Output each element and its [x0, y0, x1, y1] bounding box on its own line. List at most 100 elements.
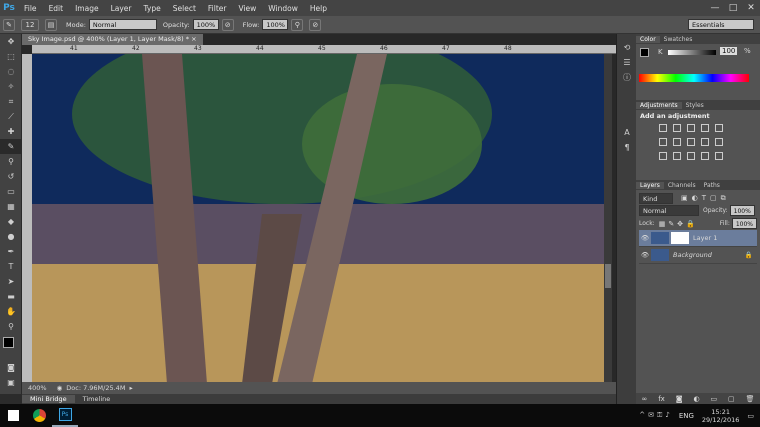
status-info-icon[interactable]: ◉: [57, 384, 63, 392]
tab-swatches[interactable]: Swatches: [660, 36, 697, 43]
threshold-icon[interactable]: [687, 152, 695, 160]
minimize-button[interactable]: —: [706, 0, 724, 16]
delete-layer-icon[interactable]: 🗑: [746, 395, 755, 403]
add-mask-icon[interactable]: ◙: [676, 395, 683, 403]
menu-select[interactable]: Select: [167, 4, 202, 13]
gradient-map-icon[interactable]: [715, 152, 723, 160]
close-button[interactable]: ✕: [742, 0, 760, 16]
clone-stamp-tool-icon[interactable]: ⚲: [0, 154, 22, 169]
menu-filter[interactable]: Filter: [202, 4, 233, 13]
image-canvas[interactable]: [32, 54, 604, 384]
mode-select[interactable]: Normal: [88, 19, 157, 30]
tab-color[interactable]: Color: [636, 35, 660, 43]
photo-filter-icon[interactable]: [701, 138, 709, 146]
menu-type[interactable]: Type: [138, 4, 167, 13]
brush-size-picker[interactable]: 12: [21, 18, 39, 31]
brush-panel-icon[interactable]: ▤: [45, 18, 57, 31]
menu-edit[interactable]: Edit: [43, 4, 70, 13]
properties-panel-icon[interactable]: ☰: [617, 55, 637, 70]
new-group-icon[interactable]: ▭: [711, 395, 718, 403]
quick-select-tool-icon[interactable]: ✧: [0, 79, 22, 94]
new-adjustment-icon[interactable]: ◐: [693, 395, 699, 403]
exposure-icon[interactable]: [701, 124, 709, 132]
tab-mini-bridge[interactable]: Mini Bridge: [22, 395, 75, 403]
healing-tool-icon[interactable]: ✚: [0, 124, 22, 139]
hue-saturation-icon[interactable]: [659, 138, 667, 146]
hand-tool-icon[interactable]: ✋: [0, 304, 22, 319]
brush-tool-icon[interactable]: ✎: [0, 139, 22, 154]
path-select-tool-icon[interactable]: ➤: [0, 274, 22, 289]
layers-opacity-field[interactable]: 100%: [729, 205, 755, 216]
chrome-icon[interactable]: [26, 404, 52, 427]
color-spectrum[interactable]: [639, 74, 749, 82]
brightness-icon[interactable]: [659, 124, 667, 132]
notifications-icon[interactable]: ▭: [747, 412, 754, 420]
fg-color-chip[interactable]: [640, 48, 649, 57]
tab-channels[interactable]: Channels: [664, 182, 700, 189]
flow-field[interactable]: 100%: [262, 19, 289, 30]
layer-row-layer-1[interactable]: 👁 Layer 1: [639, 230, 757, 247]
black-white-icon[interactable]: [687, 138, 695, 146]
zoom-tool-icon[interactable]: ⚲: [0, 319, 22, 334]
windows-start-icon[interactable]: [0, 404, 26, 427]
layer-row-background[interactable]: 👁 Background 🔒: [639, 247, 757, 264]
character-panel-icon[interactable]: A: [617, 125, 637, 140]
layer-mask-thumbnail[interactable]: [671, 232, 689, 244]
foreground-color-swatch[interactable]: [3, 337, 14, 348]
opacity-field[interactable]: 100%: [192, 19, 219, 30]
paragraph-panel-icon[interactable]: ¶: [617, 140, 637, 155]
link-layers-icon[interactable]: ∞: [641, 395, 647, 403]
pen-tool-icon[interactable]: ✒: [0, 244, 22, 259]
tray-icons[interactable]: ^✉⚿♪: [639, 411, 673, 420]
vertical-scroll-thumb[interactable]: [605, 264, 611, 288]
vibrance-icon[interactable]: [715, 124, 723, 132]
maximize-button[interactable]: □: [724, 0, 742, 16]
tab-close-icon[interactable]: ×: [191, 35, 196, 43]
lock-icons[interactable]: ▦✎✥🔒: [659, 220, 698, 228]
blend-mode-select[interactable]: Normal: [639, 205, 699, 216]
status-menu-arrow-icon[interactable]: ▸: [129, 384, 132, 392]
selective-color-icon[interactable]: [701, 152, 709, 160]
photoshop-taskbar-icon[interactable]: Ps: [52, 404, 78, 427]
quick-mask-icon[interactable]: ◙: [0, 360, 22, 375]
visibility-eye-icon[interactable]: 👁: [639, 251, 651, 259]
info-panel-icon[interactable]: ⓘ: [617, 70, 637, 85]
posterize-icon[interactable]: [673, 152, 681, 160]
menu-file[interactable]: File: [18, 4, 43, 13]
clock[interactable]: 15:21 29/12/2016: [702, 408, 739, 424]
tab-layers[interactable]: Layers: [636, 181, 664, 189]
airbrush-icon[interactable]: ⚲: [291, 18, 304, 31]
invert-icon[interactable]: [659, 152, 667, 160]
k-slider[interactable]: [668, 50, 716, 55]
menu-image[interactable]: Image: [69, 4, 105, 13]
history-brush-tool-icon[interactable]: ↺: [0, 169, 22, 184]
eraser-tool-icon[interactable]: ▭: [0, 184, 22, 199]
menu-window[interactable]: Window: [262, 4, 304, 13]
history-panel-icon[interactable]: ⟲: [617, 40, 637, 55]
fx-icon[interactable]: fx: [658, 395, 665, 403]
pressure-size-icon[interactable]: ⊘: [309, 18, 322, 31]
lasso-tool-icon[interactable]: ◌: [0, 64, 22, 79]
brush-preset-icon[interactable]: ✎: [3, 18, 15, 31]
channel-mixer-icon[interactable]: [715, 138, 723, 146]
levels-icon[interactable]: [673, 124, 681, 132]
color-swatches[interactable]: [0, 334, 21, 360]
blur-tool-icon[interactable]: ◆: [0, 214, 22, 229]
type-tool-icon[interactable]: T: [0, 259, 22, 274]
menu-view[interactable]: View: [232, 4, 262, 13]
tab-styles[interactable]: Styles: [682, 102, 708, 109]
layer-filter-select[interactable]: Kind: [639, 192, 673, 204]
shape-tool-icon[interactable]: ▬: [0, 289, 22, 304]
pressure-opacity-icon[interactable]: ⊘: [221, 18, 234, 31]
marquee-tool-icon[interactable]: ⬚: [0, 49, 22, 64]
crop-tool-icon[interactable]: ⌗: [0, 94, 22, 109]
k-value[interactable]: 100: [720, 47, 738, 55]
visibility-eye-icon[interactable]: 👁: [639, 234, 651, 242]
document-tab[interactable]: Sky Image.psd @ 400% (Layer 1, Layer Mas…: [22, 34, 203, 45]
color-balance-icon[interactable]: [673, 138, 681, 146]
dodge-tool-icon[interactable]: ●: [0, 229, 22, 244]
tab-paths[interactable]: Paths: [700, 182, 724, 189]
curves-icon[interactable]: [687, 124, 695, 132]
language-indicator[interactable]: ENG: [679, 412, 694, 420]
filter-type-icons[interactable]: ▣◐T▢⧉: [681, 194, 730, 203]
